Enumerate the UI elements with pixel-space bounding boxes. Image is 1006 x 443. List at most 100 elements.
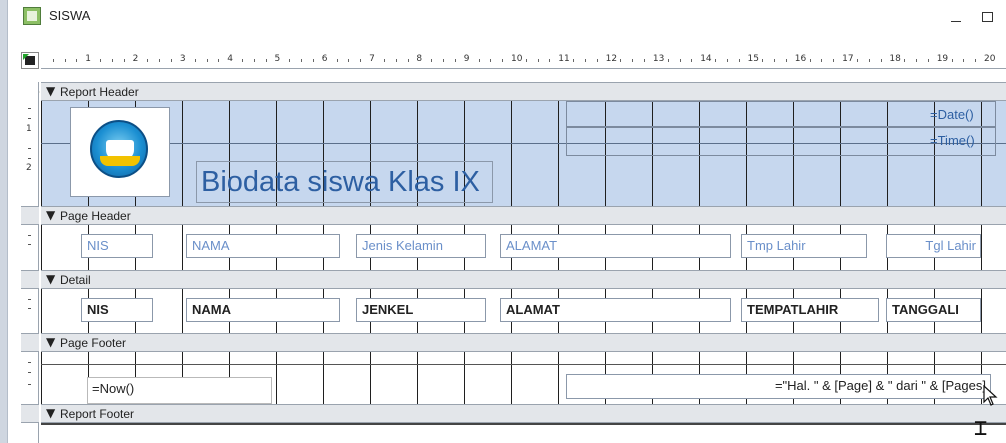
ruler-tick: [159, 59, 161, 62]
label-jenis-kelamin[interactable]: Jenis Kelamin: [356, 234, 486, 258]
label-alamat[interactable]: ALAMAT: [500, 234, 731, 258]
ruler-tick: [679, 59, 681, 62]
ruler-tick: [64, 59, 66, 62]
ruler-tick: [454, 59, 456, 62]
ruler-tick: [253, 59, 255, 62]
label-tgl-lahir[interactable]: Tgl Lahir: [886, 234, 981, 258]
section-arrow-icon: ▼: [46, 335, 56, 349]
ruler-tick: [821, 59, 823, 62]
ruler-tick: [904, 59, 906, 62]
ruler-number: 11: [558, 54, 570, 64]
ruler-tick: [963, 59, 965, 62]
ruler-tick: [573, 59, 575, 62]
ruler-number: 12: [605, 54, 618, 64]
ruler-tick: [360, 59, 362, 62]
ruler-tick: [537, 59, 539, 62]
now-expression-field[interactable]: =Now(): [87, 377, 272, 404]
ruler-tick: [100, 59, 102, 62]
ruler-tick: [348, 59, 350, 62]
maximize-button[interactable]: [975, 6, 999, 28]
field-tanggal[interactable]: TANGGALI: [886, 298, 981, 322]
section-bar-report-footer[interactable]: ▼ Report Footer: [41, 404, 1006, 423]
field-nama[interactable]: NAMA: [186, 298, 340, 322]
field-jenkel[interactable]: JENKEL: [356, 298, 486, 322]
green-marker-icon: [23, 54, 29, 60]
ruler-tick: [975, 59, 977, 62]
ruler-tick: [242, 59, 244, 62]
horizontal-ruler[interactable]: 1 2 3 4 5 6 7 8 9 10 11 12 13 14 15 16 17 18 19 20: [41, 52, 1006, 69]
ruler-tick: [147, 59, 149, 62]
vruler-number-1: 1: [26, 124, 32, 134]
label-tmp-lahir[interactable]: Tmp Lahir: [741, 234, 867, 258]
ruler-tick: [206, 59, 208, 62]
ruler-number: 4: [227, 54, 233, 64]
ruler-number: 19: [936, 54, 949, 64]
window-title: SISWA: [49, 8, 91, 23]
section-label-detail: Detail: [60, 273, 91, 287]
ruler-number: 7: [369, 54, 375, 64]
field-nis[interactable]: NIS: [81, 298, 153, 322]
ruler-tick: [407, 59, 409, 62]
page-number-expression[interactable]: ="Hal. " & [Page] & " dari " & [Pages]: [566, 374, 991, 399]
section-bar-report-header[interactable]: ▼ Report Header: [41, 82, 1006, 101]
report-icon: [23, 7, 41, 25]
ruler-tick: [76, 59, 78, 62]
field-alamat[interactable]: ALAMAT: [500, 298, 731, 322]
ruler-tick: [868, 59, 870, 62]
school-emblem-image[interactable]: [70, 107, 170, 197]
section-arrow-icon: ▼: [46, 406, 56, 420]
ruler-tick: [951, 59, 953, 62]
ruler-number: 1: [85, 54, 92, 64]
ruler-tick: [312, 59, 314, 62]
section-arrow-icon: ▼: [46, 272, 56, 286]
ruler-number: 16: [794, 54, 807, 64]
section-bar-page-header[interactable]: ▼ Page Header: [41, 206, 1006, 225]
section-bar-page-footer[interactable]: ▼ Page Footer: [41, 333, 1006, 352]
ruler-tick: [52, 59, 54, 62]
section-arrow-icon: ▼: [46, 84, 56, 98]
report-design-window: SISWA 1234567891011121314151617181920 ! …: [7, 0, 1006, 443]
ruler-tick: [715, 59, 717, 62]
ruler-tick: [490, 59, 492, 62]
section-label-page-header: Page Header: [60, 209, 131, 223]
ruler-tick: [395, 59, 397, 62]
ruler-tick: [762, 59, 764, 62]
date-expression[interactable]: =Date(): [930, 107, 974, 122]
ruler-tick: [478, 59, 480, 62]
ruler-number: 3: [179, 54, 186, 64]
section-label-report-footer: Report Footer: [60, 407, 135, 421]
field-tempatlahir[interactable]: TEMPATLAHIR: [741, 298, 879, 322]
section-bar-detail[interactable]: ▼ Detail: [41, 270, 1006, 289]
emblem-icon: [90, 120, 148, 178]
ruler-tick: [738, 59, 740, 62]
ruler-tick: [809, 59, 811, 62]
report-selector-corner[interactable]: [21, 52, 39, 69]
section-label-page-footer: Page Footer: [60, 336, 127, 350]
ruler-tick: [218, 59, 220, 62]
ruler-tick: [596, 59, 598, 62]
report-title-label[interactable]: Biodata siswa Klas IX: [196, 161, 493, 203]
section-arrow-icon: ▼: [46, 208, 56, 222]
report-footer-area[interactable]: [41, 423, 1006, 443]
minimize-button[interactable]: [944, 6, 968, 28]
time-expression[interactable]: =Time(): [930, 133, 975, 148]
vertical-ruler[interactable]: 1 2: [21, 82, 39, 443]
ruler-tick: [833, 59, 835, 62]
vruler-number-2: 2: [26, 163, 32, 173]
ruler-number: 9: [463, 54, 470, 64]
ruler-tick: [502, 59, 504, 62]
ruler-tick: [927, 59, 929, 62]
label-nis[interactable]: NIS: [81, 234, 153, 258]
ruler-tick: [301, 59, 303, 62]
ruler-tick: [431, 59, 433, 62]
ruler-number: 17: [842, 54, 854, 64]
ruler-tick: [726, 59, 728, 62]
title-bar[interactable]: SISWA: [8, 0, 1006, 36]
ruler-tick: [171, 59, 173, 62]
ruler-tick: [111, 59, 113, 62]
label-nama[interactable]: NAMA: [186, 234, 340, 258]
ruler-tick: [620, 59, 622, 62]
ruler-tick: [916, 59, 918, 62]
design-canvas[interactable]: ▼ Report Header Biodata siswa Klas IX =D…: [41, 82, 1006, 443]
ruler-tick: [632, 59, 634, 62]
